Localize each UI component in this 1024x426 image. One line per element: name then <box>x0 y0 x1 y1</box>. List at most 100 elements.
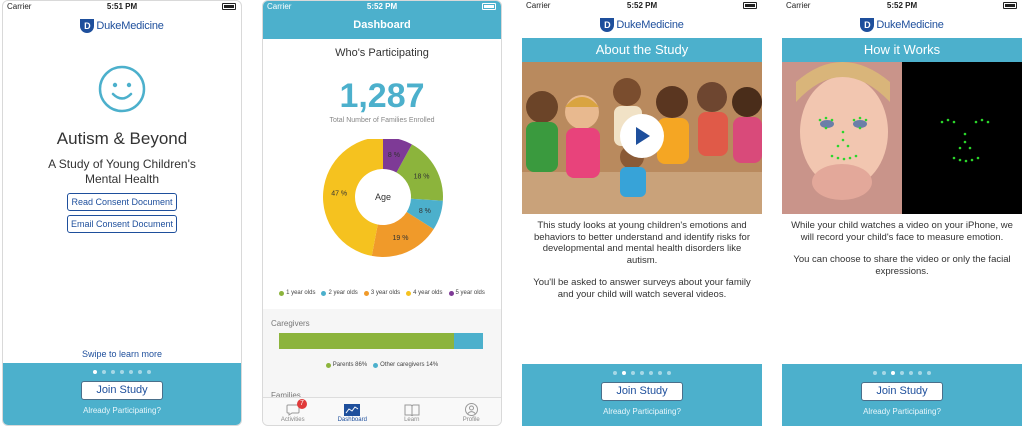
tab-activities[interactable]: Activities 7 <box>263 398 323 425</box>
legend-swatch <box>325 362 331 368</box>
chart-icon <box>344 404 361 416</box>
brand-duke: Duke <box>876 19 902 31</box>
legend-swatch <box>279 290 285 296</box>
age-legend: 1 year olds 2 year olds 3 year olds 4 year … <box>263 290 501 296</box>
onboarding-footer: Join Study Already Participating? <box>782 364 1022 426</box>
duke-medicine-logo: D DukeMedicine <box>522 14 762 36</box>
join-study-button[interactable]: Join Study <box>81 381 163 400</box>
donut-label-3: 19 % <box>392 235 408 242</box>
how-it-works-description: While your child watches a video on your… <box>790 220 1014 277</box>
caregivers-label: Caregivers <box>271 319 310 328</box>
legend-item: 4 year olds <box>406 290 443 296</box>
legend-item: 5 year olds <box>448 290 485 296</box>
caregivers-bar <box>279 333 483 349</box>
page-indicator[interactable] <box>522 371 762 375</box>
legend-label: 2 year olds <box>328 290 358 296</box>
tab-bar: Activities 7 Dashboard Learn Profile <box>263 397 501 425</box>
battery-icon <box>222 3 236 10</box>
read-consent-button[interactable]: Read Consent Document <box>67 193 177 211</box>
smiley-icon <box>98 65 146 113</box>
email-consent-button[interactable]: Email Consent Document <box>67 215 177 233</box>
duke-medicine-logo: D DukeMedicine <box>782 14 1022 36</box>
brand-duke: Duke <box>96 20 122 32</box>
legend-label: 4 year olds <box>413 290 443 296</box>
onboarding-footer: Join Study Already Participating? <box>522 364 762 426</box>
families-count: 1,287 <box>263 77 501 116</box>
join-study-button[interactable]: Join Study <box>601 382 683 401</box>
how-paragraph-1: While your child watches a video on your… <box>791 220 1013 243</box>
legend-item: Other caregivers 14% <box>373 362 438 368</box>
about-screen: Carrier 5:52 PM D DukeMedicine About the… <box>522 0 762 426</box>
status-bar: Carrier 5:52 PM <box>782 0 1022 12</box>
dashboard-title: Dashboard <box>353 19 411 31</box>
legend-label: 3 year olds <box>370 290 401 296</box>
already-participating-link[interactable]: Already Participating? <box>522 407 762 416</box>
duke-medicine-logo: D DukeMedicine <box>3 15 241 37</box>
join-study-button[interactable]: Join Study <box>861 382 943 401</box>
caregiver-bar-segment-2 <box>454 333 483 349</box>
app-title: Autism & Beyond <box>56 129 188 148</box>
swipe-hint: Swipe to learn more <box>81 349 163 359</box>
who-participating-label: Who's Participating <box>263 47 501 59</box>
onboarding-footer: Join Study Already Participating? <box>3 363 241 425</box>
app-subtitle: A Study of Young Children's Mental Healt… <box>48 157 196 186</box>
donut-center-label: Age <box>375 192 391 202</box>
tab-label: Dashboard <box>337 417 367 423</box>
battery-icon <box>743 2 757 9</box>
tab-dashboard[interactable]: Dashboard <box>323 398 383 425</box>
face-tracking-image <box>782 62 1022 214</box>
legend-item: 2 year olds <box>321 290 358 296</box>
age-donut-chart: 18 % 8 % 19 % 47 % 8 % Age <box>323 139 443 257</box>
about-paragraph-2: You'll be asked to answer surveys about … <box>533 277 751 300</box>
legend-swatch <box>448 290 454 296</box>
legend-swatch <box>406 290 412 296</box>
shield-icon: D <box>860 18 875 32</box>
tab-profile[interactable]: Profile <box>442 398 502 425</box>
legend-label: Other caregivers 14% <box>380 362 439 368</box>
status-bar: Carrier 5:52 PM <box>522 0 762 12</box>
about-header: About the Study <box>522 38 762 62</box>
about-paragraph-1: This study looks at young children's emo… <box>534 220 750 266</box>
how-paragraph-2: You can choose to share the video or onl… <box>793 254 1011 277</box>
play-button[interactable] <box>620 114 664 158</box>
welcome-screen: Carrier 5:51 PM D DukeMedicine Autism & … <box>2 0 242 426</box>
shield-icon: D <box>600 18 615 32</box>
clock: 5:52 PM <box>626 1 658 10</box>
book-icon <box>404 404 420 416</box>
brand-medicine: Medicine <box>121 20 164 32</box>
page-indicator[interactable] <box>782 371 1022 375</box>
about-description: This study looks at young children's emo… <box>530 220 754 300</box>
already-participating-link[interactable]: Already Participating? <box>3 406 241 415</box>
legend-swatch <box>321 290 327 296</box>
legend-swatch <box>373 362 379 368</box>
shield-icon: D <box>80 19 95 33</box>
how-it-works-screen: Carrier 5:52 PM D DukeMedicine How it Wo… <box>782 0 1022 426</box>
participation-card: Who's Participating 1,287 Total Number o… <box>263 39 501 309</box>
battery-icon <box>1003 2 1017 9</box>
notification-badge: 7 <box>297 399 307 409</box>
status-bar: Carrier 5:51 PM <box>3 1 241 13</box>
families-count-label: Total Number of Families Enrolled <box>263 117 501 124</box>
tab-label: Profile <box>462 417 480 423</box>
clock: 5:52 PM <box>366 2 398 11</box>
caregiver-bar-segment-1 <box>279 333 455 349</box>
clock: 5:52 PM <box>886 1 918 10</box>
brand-medicine: Medicine <box>901 19 944 31</box>
tab-learn[interactable]: Learn <box>382 398 442 425</box>
page-indicator[interactable] <box>3 370 241 374</box>
legend-label: Parents 86% <box>332 362 368 368</box>
status-bar: Carrier 5:52 PM <box>263 1 501 13</box>
donut-label-1: 18 % <box>414 173 430 180</box>
clock: 5:51 PM <box>106 2 138 11</box>
donut-label-2: 8 % <box>419 208 431 215</box>
already-participating-link[interactable]: Already Participating? <box>782 407 1022 416</box>
face-tracking-photo <box>782 62 1022 214</box>
legend-label: 1 year olds <box>286 290 316 296</box>
donut-label-4: 47 % <box>331 190 347 197</box>
dashboard-screen: Carrier 5:52 PM Dashboard Who's Particip… <box>262 0 502 426</box>
legend-label: 5 year olds <box>455 290 485 296</box>
how-it-works-header: How it Works <box>782 38 1022 62</box>
children-video-thumbnail[interactable] <box>522 62 762 214</box>
dashboard-top: Carrier 5:52 PM Dashboard <box>263 1 501 39</box>
dashboard-content: Who's Participating 1,287 Total Number o… <box>263 39 501 400</box>
